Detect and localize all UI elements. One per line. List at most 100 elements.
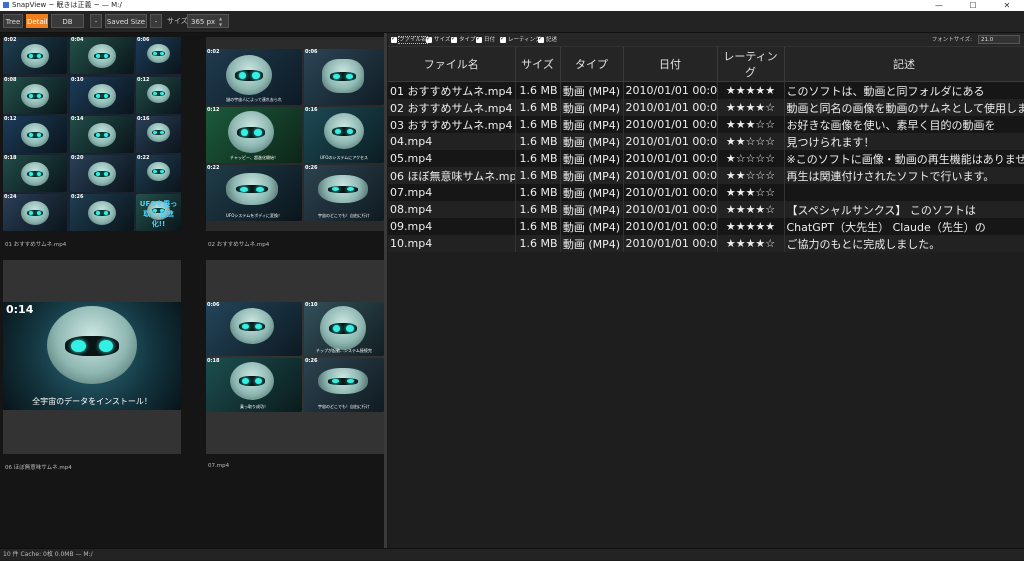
cell-date: 2010/01/01 00:00 (623, 235, 718, 252)
maximize-button[interactable]: ☐ (956, 0, 990, 11)
robot-image (21, 84, 49, 108)
robot-image (21, 123, 49, 147)
frame-time: 0:12 (4, 116, 17, 122)
thumbnail-pane[interactable]: 0:02 0:04 0:06 0:08 0:10 0:12 0:12 0:14 0:16 0:18… (0, 33, 384, 548)
robot-image (230, 308, 274, 344)
cell-rating[interactable]: ★★☆☆☆ (717, 167, 785, 184)
detail-button[interactable]: Detail (26, 14, 48, 28)
cell-size: 1.6 MB (515, 133, 561, 150)
minimize-button[interactable]: — (922, 0, 956, 11)
cell-type: 動画 (MP4) (560, 167, 624, 184)
cell-size: 1.6 MB (515, 184, 561, 201)
video-frame: 0:04 (70, 37, 134, 74)
cell-filename: 09.mp4 (388, 218, 516, 235)
cell-rating[interactable]: ★★★★★ (717, 81, 785, 99)
cell-type: 動画 (MP4) (560, 235, 624, 252)
frame-caption: 謎の宇宙人によって連れ去られ (226, 97, 282, 102)
thumbnail-card[interactable]: 0:02 謎の宇宙人によって連れ去られ 0:06 0:12 チャッピー、超進化開… (206, 37, 384, 252)
cell-rating[interactable]: ★★★☆☆ (717, 184, 785, 201)
robot-image (226, 55, 272, 95)
table-header-row: ファイル名 サイズ タイプ 日付 レーティング 記述 (388, 47, 1024, 82)
frame-time: 0:18 (207, 358, 220, 364)
thumbnail-image[interactable]: 0:06 0:10 チップが起動…システム接続完 0:18 乗っ取り成功！ 0:… (206, 260, 384, 454)
frame-time: 0:06 (137, 37, 150, 43)
thumbnail-image[interactable]: 0:14 全宇宙のデータをインストール！ (3, 260, 181, 454)
frame-caption: UFOシステムをボディに変換！ (226, 213, 282, 218)
robot-image (147, 44, 170, 64)
robot-image (147, 162, 170, 182)
spin-arrows-icon[interactable]: ▲ ▼ (219, 16, 225, 28)
cell-description (784, 184, 1024, 201)
header-size[interactable]: サイズ (515, 47, 561, 82)
video-frame: 0:26 宇宙のどこでも！自由に行け (304, 358, 384, 412)
header-date[interactable]: 日付 (623, 47, 718, 82)
cell-rating[interactable]: ★★★★☆ (717, 201, 785, 218)
video-frame: 0:12 (3, 116, 67, 153)
cell-rating[interactable]: ★★★★☆ (717, 235, 785, 252)
cell-size: 1.6 MB (515, 99, 561, 116)
header-description[interactable]: 記述 (784, 47, 1024, 82)
cell-filename: 08.mp4 (388, 201, 516, 218)
thumbnail-image[interactable]: 0:02 謎の宇宙人によって連れ去られ 0:06 0:12 チャッピー、超進化開… (206, 37, 384, 231)
cell-rating[interactable]: ★★★☆☆ (717, 116, 785, 133)
cell-rating[interactable]: ★☆☆☆☆ (717, 150, 785, 167)
table-row[interactable]: 09.mp4 1.6 MB 動画 (MP4) 2010/01/01 00:00 ★★★★… (388, 218, 1024, 235)
close-button[interactable]: ✕ (990, 0, 1024, 11)
frame-time: 0:12 (137, 77, 150, 83)
video-frame: 0:14 (70, 116, 134, 153)
table-row[interactable]: 03 おすすめサムネ.mp4 1.6 MB 動画 (MP4) 2010/01/01 0… (388, 116, 1024, 133)
cell-filename: 05.mp4 (388, 150, 516, 167)
video-frame: 0:06 (136, 37, 181, 74)
app-icon (3, 2, 9, 8)
font-size-spinbox[interactable]: 21.0 (978, 35, 1020, 44)
thumbnail-image[interactable]: 0:02 0:04 0:06 0:08 0:10 0:12 0:12 0:14 0:16 0:18… (3, 37, 181, 231)
cell-type: 動画 (MP4) (560, 184, 624, 201)
cell-rating[interactable]: ★★★★★ (717, 218, 785, 235)
column-check-rating[interactable]: レーティング (500, 35, 541, 44)
column-check-description[interactable]: 記述 (538, 35, 558, 44)
cell-date: 2010/01/01 00:00 (623, 81, 718, 99)
column-check-size[interactable]: サイズ (426, 35, 450, 44)
cell-date: 2010/01/01 00:00 (623, 150, 718, 167)
table-row[interactable]: 05.mp4 1.6 MB 動画 (MP4) 2010/01/01 00:00 ★☆☆☆… (388, 150, 1024, 167)
ufo-image (318, 368, 368, 394)
table-row[interactable]: 08.mp4 1.6 MB 動画 (MP4) 2010/01/01 00:00 ★★★★… (388, 201, 1024, 218)
cell-size: 1.6 MB (515, 150, 561, 167)
header-rating[interactable]: レーティング (717, 47, 785, 82)
table-row[interactable]: 02 おすすめサムネ.mp4 1.6 MB 動画 (MP4) 2010/01/01 0… (388, 99, 1024, 116)
size-spinbox[interactable]: 365 px ▲ ▼ (187, 14, 229, 28)
table-row[interactable]: 07.mp4 1.6 MB 動画 (MP4) 2010/01/01 00:00 ★★★☆… (388, 184, 1024, 201)
column-check-date[interactable]: 日付 (476, 35, 495, 44)
saved-size-dropdown[interactable]: Saved Size ▾ (105, 14, 147, 40)
cell-rating[interactable]: ★★★★☆ (717, 99, 785, 116)
size-minus-button[interactable]: - (150, 14, 162, 28)
header-type[interactable]: タイプ (560, 47, 624, 82)
check-label: レーティング (508, 37, 541, 43)
thumbnail-card[interactable]: 0:06 0:10 チップが起動…システム接続完 0:18 乗っ取り成功！ 0:… (206, 260, 384, 480)
file-table: ファイル名 サイズ タイプ 日付 レーティング 記述 01 おすすめサムネ.mp… (388, 47, 1024, 252)
frame-caption: チャッピー、超進化開始！ (230, 155, 278, 160)
table-row[interactable]: 10.mp4 1.6 MB 動画 (MP4) 2010/01/01 00:00 ★★★★… (388, 235, 1024, 252)
robot-image (21, 201, 49, 225)
tree-button[interactable]: Tree (3, 14, 23, 28)
zoom-out-button[interactable]: - (90, 14, 102, 28)
video-frame: 0:02 謎の宇宙人によって連れ去られ (206, 49, 302, 105)
thumbnail-card[interactable]: 0:02 0:04 0:06 0:08 0:10 0:12 0:12 0:14 0:16 0:18… (3, 37, 181, 252)
pane-splitter[interactable] (384, 33, 387, 548)
robot-image (47, 306, 137, 384)
db-status-button[interactable]: DB Status (51, 14, 84, 40)
robot-image (147, 123, 170, 143)
video-frame: 0:14 全宇宙のデータをインストール！ (3, 302, 181, 410)
thumbnail-card[interactable]: 0:14 全宇宙のデータをインストール！ 06 ほぼ無意味サムネ.mp4 (3, 260, 181, 480)
size-value: 365 px (191, 18, 216, 26)
frame-time: 0:24 (4, 194, 17, 200)
column-check-type[interactable]: タイプ (451, 35, 476, 44)
column-check-filename[interactable]: ファイル名 (391, 35, 428, 44)
check-label: 記述 (546, 37, 558, 43)
table-row[interactable]: 04.mp4 1.6 MB 動画 (MP4) 2010/01/01 00:00 ★★☆☆… (388, 133, 1024, 150)
table-row[interactable]: 06 ほぼ無意味サムネ.mp4 1.6 MB 動画 (MP4) 2010/01/01 … (388, 167, 1024, 184)
cell-rating[interactable]: ★★☆☆☆ (717, 133, 785, 150)
checkbox-icon (451, 35, 457, 43)
table-row[interactable]: 01 おすすめサムネ.mp4 1.6 MB 動画 (MP4) 2010/01/01 0… (388, 81, 1024, 99)
header-filename[interactable]: ファイル名 (388, 47, 516, 82)
